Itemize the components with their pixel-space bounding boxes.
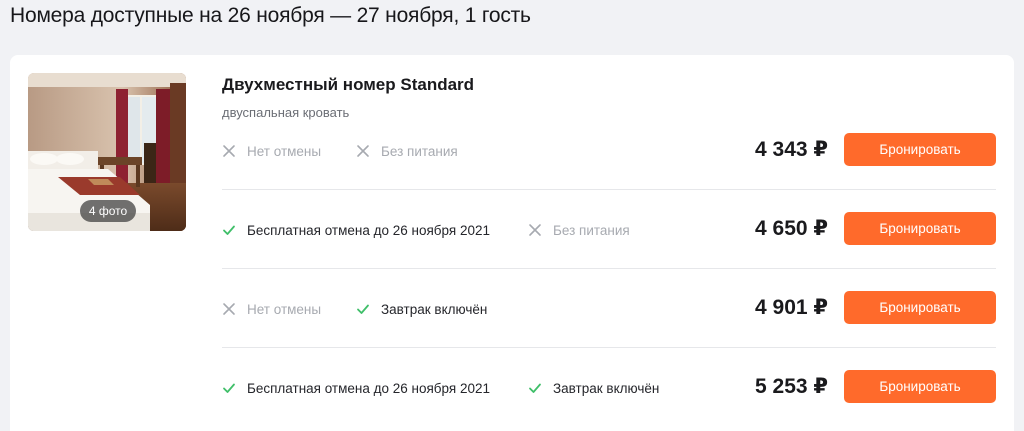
cross-icon — [223, 145, 235, 157]
room-card: 4 фото Двухместный номер Standard двуспа… — [10, 55, 1014, 431]
book-button[interactable]: Бронировать — [844, 212, 996, 245]
room-title[interactable]: Двухместный номер Standard — [222, 75, 474, 95]
check-icon — [529, 383, 541, 393]
book-button[interactable]: Бронировать — [844, 133, 996, 166]
rate-feature: Бесплатная отмена до 26 ноября 2021 — [222, 220, 490, 240]
check-icon — [357, 304, 369, 314]
cross-icon — [357, 145, 369, 157]
book-button[interactable]: Бронировать — [844, 370, 996, 403]
rate-feature: Нет отмены — [222, 141, 321, 161]
cross-icon — [529, 224, 541, 236]
rate-price: 5 253 ₽ — [755, 375, 828, 398]
rate-feature-label: Без питания — [381, 143, 458, 159]
room-photo[interactable]: 4 фото — [28, 73, 186, 231]
rate-feature: Бесплатная отмена до 26 ноября 2021 — [222, 378, 490, 398]
rate-price: 4 343 ₽ — [755, 138, 828, 161]
photo-count-badge: 4 фото — [80, 200, 136, 222]
rate-feature: Завтрак включён — [356, 299, 487, 319]
rate-feature: Без питания — [528, 220, 630, 240]
check-icon — [223, 383, 235, 393]
rate-row: Нет отмены Завтрак включён 4 901 ₽ Брони… — [222, 269, 996, 348]
rate-price: 4 901 ₽ — [755, 296, 828, 319]
rate-feature-label: Бесплатная отмена до 26 ноября 2021 — [247, 380, 490, 396]
cross-icon — [223, 303, 235, 315]
rate-row: Бесплатная отмена до 26 ноября 2021 Без … — [222, 190, 996, 269]
check-icon — [223, 225, 235, 235]
rate-row: Нет отмены Без питания 4 343 ₽ Бронирова… — [222, 111, 996, 190]
rate-feature: Нет отмены — [222, 299, 321, 319]
book-button[interactable]: Бронировать — [844, 291, 996, 324]
rate-feature: Без питания — [356, 141, 458, 161]
rate-price: 4 650 ₽ — [755, 217, 828, 240]
rate-feature-label: Бесплатная отмена до 26 ноября 2021 — [247, 222, 490, 238]
rate-feature: Завтрак включён — [528, 378, 659, 398]
rate-feature-label: Нет отмены — [247, 143, 322, 159]
rate-feature-label: Завтрак включён — [381, 301, 488, 317]
rate-row: Бесплатная отмена до 26 ноября 2021 Завт… — [222, 348, 996, 427]
rate-feature-label: Нет отмены — [247, 301, 322, 317]
page-title: Номера доступные на 26 ноября — 27 ноябр… — [10, 4, 531, 27]
rate-feature-label: Завтрак включён — [553, 380, 660, 396]
rate-feature-label: Без питания — [553, 222, 630, 238]
